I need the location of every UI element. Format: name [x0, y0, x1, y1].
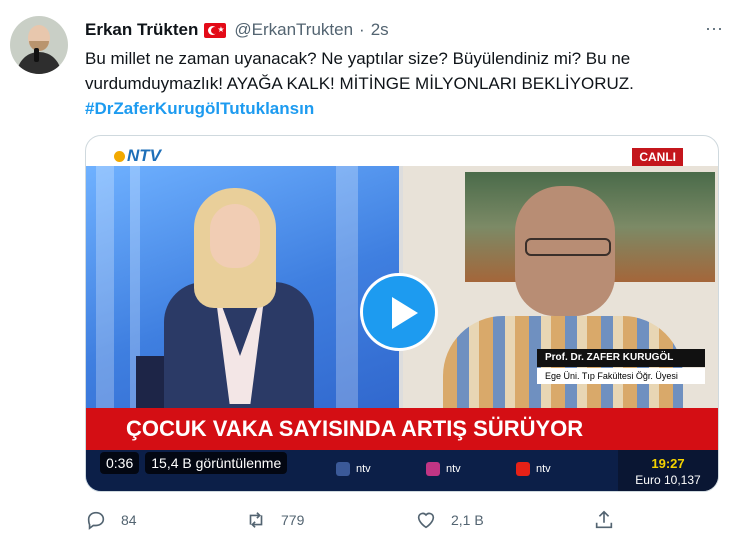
instagram-icon: ntv	[426, 462, 461, 476]
author-handle[interactable]: @ErkanTrukten	[234, 20, 353, 40]
video-info: 0:36 15,4 B görüntülenme	[100, 452, 293, 474]
tweet-actions: 84 779 2,1 B	[85, 505, 625, 535]
like-button[interactable]: 2,1 B	[415, 509, 484, 531]
play-icon[interactable]	[360, 273, 438, 351]
turkey-flag-icon: ★	[204, 22, 227, 38]
reply-count: 84	[121, 512, 137, 528]
timestamp[interactable]: 2s	[371, 20, 389, 40]
ntv-logo: NTV	[114, 146, 161, 166]
retweet-button[interactable]: 779	[245, 509, 304, 531]
news-headline: ÇOCUK VAKA SAYISINDA ARTIŞ SÜRÜYOR	[86, 408, 718, 450]
retweet-icon	[249, 512, 263, 528]
reply-button[interactable]: 84	[85, 509, 137, 531]
guest-name: Prof. Dr. ZAFER KURUGÖL	[537, 349, 705, 367]
tweet-text: Bu millet ne zaman uyanacak? Ne yaptılar…	[85, 46, 705, 121]
more-options-icon[interactable]: ···	[702, 19, 726, 40]
guest-title: Ege Üni. Tıp Fakültesi Öğr. Üyesi	[537, 368, 705, 384]
reply-icon	[87, 511, 105, 530]
video-duration: 0:36	[100, 452, 140, 474]
clock-box: 19:27 Euro 10,137	[618, 450, 718, 491]
separator: ·	[359, 20, 365, 39]
avatar[interactable]	[10, 16, 68, 74]
live-badge: CANLI	[632, 148, 683, 166]
broadcast-topbar: NTV CANLI	[86, 136, 718, 166]
clock-time: 19:27	[651, 456, 685, 471]
author-name[interactable]: Erkan Trükten	[85, 20, 198, 40]
heart-icon	[417, 512, 435, 529]
share-icon	[595, 510, 613, 529]
euro-rate: Euro 10,137	[635, 473, 701, 487]
retweet-count: 779	[281, 512, 305, 528]
hashtag-link[interactable]: #DrZaferKurugölTutuklansın	[85, 96, 705, 121]
video-player[interactable]: NTV CANLI Prof. Dr. ZAFER KURUGÖL Ege Ün…	[85, 135, 719, 492]
tweet-header: Erkan Trükten ★ @ErkanTrukten · 2s	[85, 18, 389, 42]
like-count: 2,1 B	[451, 512, 484, 528]
youtube-icon: ntv	[516, 462, 551, 476]
tweet-body: Bu millet ne zaman uyanacak? Ne yaptılar…	[85, 49, 634, 93]
view-count: 15,4 B görüntülenme	[145, 452, 288, 474]
facebook-icon: ntv	[336, 462, 371, 476]
share-button[interactable]	[593, 509, 629, 531]
